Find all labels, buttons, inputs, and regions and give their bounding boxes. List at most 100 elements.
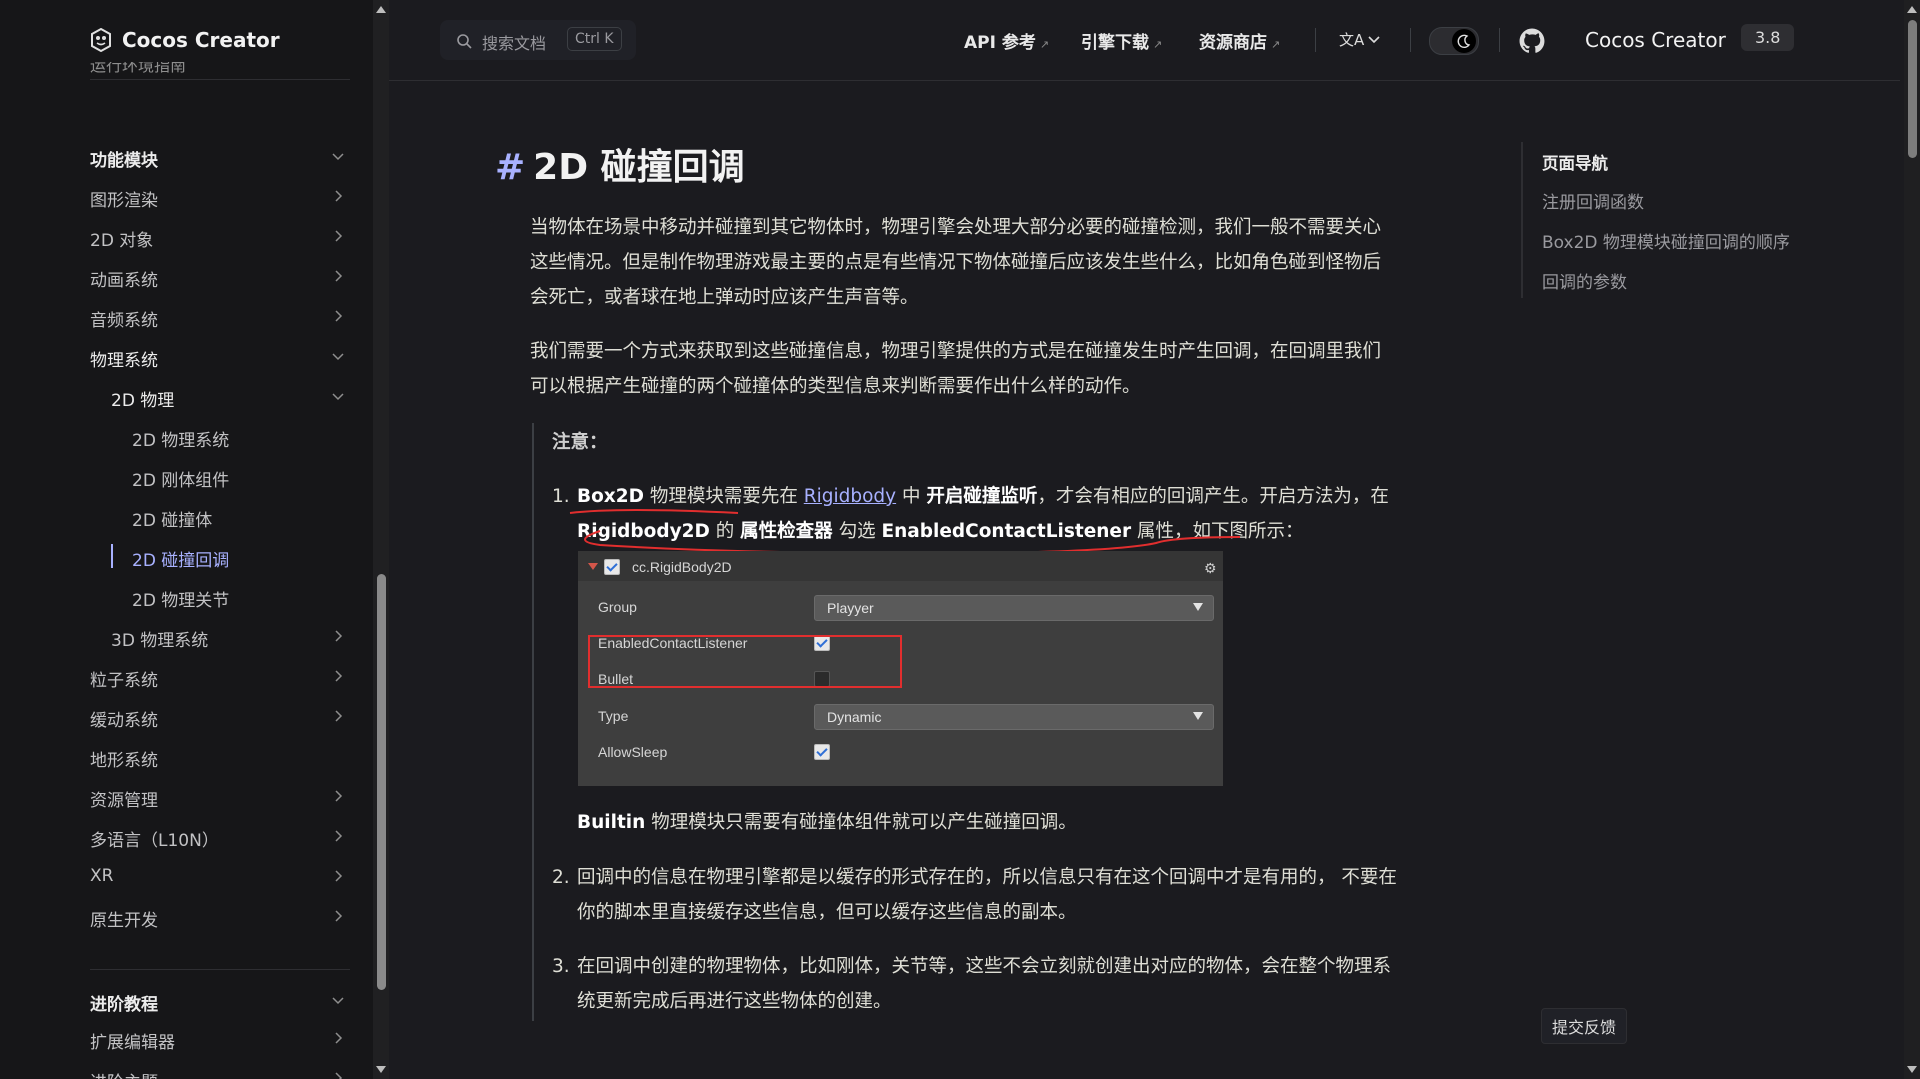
moon-icon	[1457, 34, 1471, 49]
page-scroll-down-icon[interactable]	[1907, 1066, 1917, 1073]
sidebar-item-label: 2D 物理系统	[132, 431, 230, 451]
collapse-arrow-icon	[588, 563, 598, 570]
sidebar-item-label: 动画系统	[90, 271, 158, 291]
sidebar-item-label: 扩展编辑器	[90, 1033, 175, 1053]
sidebar-item[interactable]: 粒子系统	[0, 658, 360, 694]
language-switcher[interactable]: 文A	[1339, 28, 1381, 56]
sidebar-item[interactable]: 缓动系统	[0, 698, 360, 734]
version-select[interactable]: 3.8	[1741, 24, 1795, 51]
chevron-down-icon[interactable]	[330, 348, 346, 364]
chevron-right-icon[interactable]	[330, 828, 346, 844]
outline-link-register[interactable]: 注册回调函数	[1542, 188, 1644, 213]
allow-sleep-label: AllowSleep	[598, 744, 668, 760]
page-title: #2D 碰撞回调	[495, 147, 745, 188]
sidebar-item[interactable]: 扩展编辑器	[0, 1020, 360, 1056]
product-name: Cocos Creator	[1585, 28, 1726, 52]
component-title: cc.RigidBody2D	[632, 559, 732, 575]
sidebar-item[interactable]: 2D 物理系统	[0, 418, 360, 454]
outline-link-params[interactable]: 回调的参数	[1542, 268, 1627, 293]
sidebar-item[interactable]: 2D 物理	[0, 378, 360, 414]
sidebar-item[interactable]: 音频系统	[0, 298, 360, 334]
page-scrollbar-thumb[interactable]	[1908, 20, 1917, 158]
sidebar-item[interactable]: 2D 物理关节	[0, 578, 360, 614]
dark-mode-toggle[interactable]	[1429, 27, 1479, 55]
sidebar-item[interactable]: 图形渲染	[0, 178, 360, 214]
search-placeholder: 搜索文档	[482, 34, 547, 53]
site-logo[interactable]: Cocos Creator	[90, 24, 280, 56]
chevron-right-icon[interactable]	[330, 228, 346, 244]
type-label: Type	[598, 708, 629, 724]
dropdown-arrow-icon	[1193, 712, 1203, 720]
cocos-logo-icon	[91, 28, 111, 52]
chevron-right-icon[interactable]	[330, 268, 346, 284]
chevron-right-icon[interactable]	[330, 308, 346, 324]
sidebar-item[interactable]: 原生开发	[0, 898, 360, 934]
sidebar-scroll-up-icon[interactable]	[376, 6, 386, 13]
feedback-button[interactable]: 提交反馈	[1541, 1008, 1628, 1044]
search-button[interactable]: 搜索文档 Ctrl K	[440, 20, 636, 60]
search-icon	[457, 34, 472, 49]
sidebar-item[interactable]: XR	[0, 858, 360, 894]
chevron-right-icon[interactable]	[330, 1030, 346, 1046]
chevron-right-icon[interactable]	[330, 1070, 346, 1079]
sidebar-item[interactable]: 多语言（L10N）	[0, 818, 360, 854]
page-scrollbar[interactable]	[1904, 0, 1920, 1079]
translate-icon: 文A	[1339, 31, 1380, 49]
chevron-right-icon[interactable]	[330, 668, 346, 684]
outline-link-order[interactable]: Box2D 物理模块碰撞回调的顺序	[1542, 228, 1790, 253]
sidebar-item-label: 粒子系统	[90, 671, 158, 691]
sidebar-item-label: 多语言（L10N）	[90, 831, 219, 851]
logo-text: Cocos Creator	[122, 28, 280, 52]
sidebar-item[interactable]: 动画系统	[0, 258, 360, 294]
sidebar-item[interactable]: 2D 对象	[0, 218, 360, 254]
svg-text:文A: 文A	[1339, 31, 1365, 49]
sidebar: Cocos Creator 运行环境指南 功能模块 图形渲染 2D 对象 动画系统 音频…	[0, 0, 373, 1079]
sidebar-item-label: 图形渲染	[90, 191, 158, 211]
sidebar-divider	[90, 79, 350, 80]
github-icon[interactable]	[1519, 28, 1545, 54]
type-dropdown: Dynamic	[814, 704, 1214, 730]
gear-icon: ⚙	[1204, 560, 1217, 576]
nav-link-store[interactable]: 资源商店 ↗	[1199, 28, 1280, 53]
sidebar-item-label: 2D 刚体组件	[132, 471, 230, 491]
chevron-right-icon[interactable]	[330, 908, 346, 924]
nav-link-api[interactable]: API 参考 ↗	[964, 28, 1049, 53]
chevron-down-icon[interactable]	[330, 388, 346, 404]
nav-separator	[1499, 28, 1500, 52]
intro-paragraph: 当物体在场景中移动并碰撞到其它物体时，物理引擎会处理大部分必要的碰撞检测，我们一…	[530, 217, 1382, 308]
outline-rail	[1521, 142, 1523, 298]
sidebar-item-label: 2D 碰撞体	[132, 511, 213, 531]
chevron-down-icon[interactable]	[330, 148, 346, 164]
sidebar-item[interactable]: 物理系统	[0, 338, 360, 374]
sidebar-item-label: 地形系统	[90, 751, 158, 771]
sidebar-item[interactable]: 功能模块	[0, 138, 360, 174]
page-scroll-up-icon[interactable]	[1907, 6, 1917, 13]
sidebar-item[interactable]: 2D 碰撞回调	[0, 538, 360, 574]
sidebar-item-label: 3D 物理系统	[111, 631, 209, 651]
chevron-right-icon[interactable]	[330, 788, 346, 804]
sidebar-item[interactable]: 地形系统	[0, 738, 360, 774]
mechanism-paragraph: 我们需要一个方式来获取到这些碰撞信息，物理引擎提供的方式是在碰撞发生时产生回调，…	[530, 341, 1382, 397]
sidebar-scrollbar-thumb[interactable]	[377, 574, 386, 990]
sidebar-item[interactable]: 进阶主题	[0, 1060, 360, 1079]
sidebar-item[interactable]: 2D 碰撞体	[0, 498, 360, 534]
rigidbody-link[interactable]: Rigidbody	[804, 486, 896, 507]
chevron-right-icon[interactable]	[330, 188, 346, 204]
nav-link-download[interactable]: 引擎下载 ↗	[1081, 28, 1162, 53]
sidebar-scroll-down-icon[interactable]	[376, 1066, 386, 1073]
sidebar-item[interactable]: 资源管理	[0, 778, 360, 814]
heading-anchor[interactable]: #	[495, 147, 525, 188]
chevron-right-icon[interactable]	[330, 868, 346, 884]
nav-separator	[1315, 28, 1316, 52]
sidebar-item[interactable]: 2D 刚体组件	[0, 458, 360, 494]
chevron-down-icon[interactable]	[330, 992, 346, 1008]
sidebar-item[interactable]: 3D 物理系统	[0, 618, 360, 654]
chevron-right-icon[interactable]	[330, 708, 346, 724]
sidebar-item-label: 进阶教程	[90, 995, 158, 1015]
chevron-right-icon[interactable]	[330, 628, 346, 644]
group-label: Group	[598, 599, 637, 615]
sidebar-item[interactable]: 进阶教程	[0, 982, 360, 1018]
builtin-note: Builtin 物理模块只需要有碰撞体组件就可以产生碰撞回调。	[577, 812, 1077, 833]
sidebar-item-label: 2D 碰撞回调	[132, 551, 230, 571]
search-shortcut-key: Ctrl K	[567, 27, 622, 51]
